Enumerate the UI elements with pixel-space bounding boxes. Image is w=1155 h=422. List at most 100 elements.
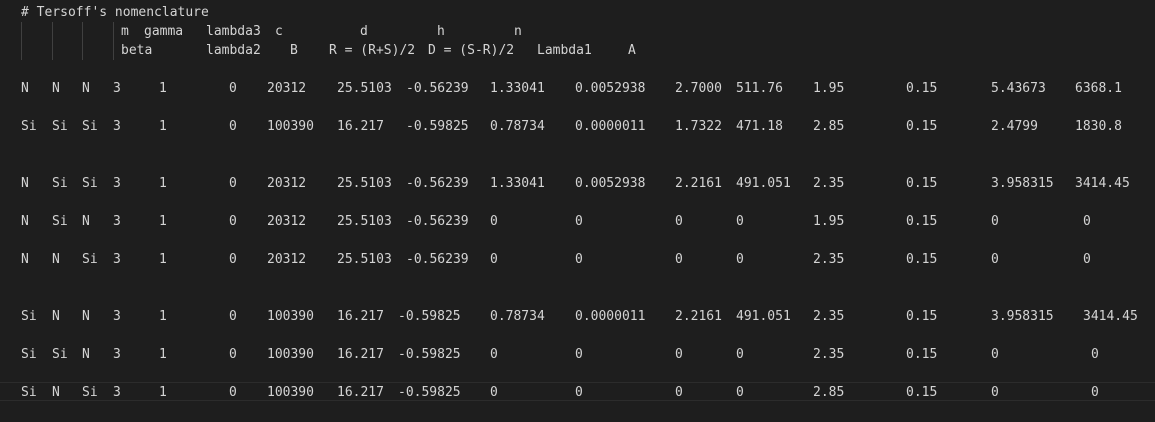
cell-R: 2.35 xyxy=(813,252,845,267)
cell-A: 0 xyxy=(1091,385,1099,400)
cell-beta: 0.0052938 xyxy=(575,81,646,96)
cell-elem3: Si xyxy=(82,252,98,267)
header-lambda2: lambda2 xyxy=(206,43,261,58)
cell-lambda2: 2.2161 xyxy=(675,309,722,324)
cell-lambda2: 2.2161 xyxy=(675,176,722,191)
cell-elem2: N xyxy=(52,81,60,96)
cell-lambda2: 0 xyxy=(675,347,683,362)
cell-D: 0.15 xyxy=(906,81,938,96)
cell-d: 25.5103 xyxy=(337,252,392,267)
cell-Lambda1: 3.958315 xyxy=(991,309,1054,324)
cell-A: 3414.45 xyxy=(1075,176,1130,191)
header-n: n xyxy=(514,24,522,39)
cell-elem2: N xyxy=(52,252,60,267)
code-editor[interactable]: # Tersoff's nomenclature m gamma lambda3… xyxy=(0,0,1155,422)
cell-n: 0 xyxy=(490,347,498,362)
cell-A: 1830.8 xyxy=(1075,119,1122,134)
cell-R: 2.35 xyxy=(813,176,845,191)
cell-lambda2: 1.7322 xyxy=(675,119,722,134)
cell-h: -0.59825 xyxy=(406,119,469,134)
cell-gamma: 1 xyxy=(159,214,167,229)
cell-elem1: N xyxy=(21,81,29,96)
cell-elem1: Si xyxy=(21,347,37,362)
cell-gamma: 1 xyxy=(159,309,167,324)
cell-h: -0.56239 xyxy=(406,81,469,96)
cell-d: 16.217 xyxy=(337,119,384,134)
cell-c: 20312 xyxy=(267,81,307,96)
table-row: N N N 3 1 0 20312 25.5103 -0.56239 1.33041 0.00529… xyxy=(0,79,1155,98)
cell-elem2: Si xyxy=(52,214,68,229)
cell-m: 3 xyxy=(113,214,121,229)
cell-elem2: N xyxy=(52,385,60,400)
cell-h: -0.59825 xyxy=(398,347,461,362)
cell-B: 0 xyxy=(736,385,744,400)
cell-lambda3: 0 xyxy=(229,214,237,229)
cell-Lambda1: 5.43673 xyxy=(991,81,1046,96)
cell-beta: 0 xyxy=(575,252,583,267)
header-lambda3: lambda3 xyxy=(206,24,261,39)
cell-Lambda1: 3.958315 xyxy=(991,176,1054,191)
table-row: Si Si Si 3 1 0 100390 16.217 -0.59825 0.78734 0.00… xyxy=(0,117,1155,136)
cell-B: 471.18 xyxy=(736,119,783,134)
table-row: N N Si 3 1 0 20312 25.5103 -0.56239 0 0 0 0 2.35 0.15 0… xyxy=(0,250,1155,269)
cell-gamma: 1 xyxy=(159,119,167,134)
cell-h: -0.56239 xyxy=(406,214,469,229)
cell-elem1: N xyxy=(21,214,29,229)
header-B: B xyxy=(290,43,298,58)
cell-D: 0.15 xyxy=(906,119,938,134)
cell-Lambda1: 0 xyxy=(991,252,999,267)
cell-h: -0.59825 xyxy=(398,385,461,400)
cell-h: -0.56239 xyxy=(406,252,469,267)
cell-lambda3: 0 xyxy=(229,81,237,96)
cell-lambda3: 0 xyxy=(229,347,237,362)
cell-d: 16.217 xyxy=(337,347,384,362)
cell-elem1: Si xyxy=(21,385,37,400)
cell-B: 491.051 xyxy=(736,309,791,324)
cell-B: 511.76 xyxy=(736,81,783,96)
cell-beta: 0 xyxy=(575,214,583,229)
cell-h: -0.56239 xyxy=(406,176,469,191)
cell-R: 2.85 xyxy=(813,119,845,134)
cell-n: 1.33041 xyxy=(490,81,545,96)
comment-line: # Tersoff's nomenclature xyxy=(0,3,1155,22)
cell-A: 3414.45 xyxy=(1083,309,1138,324)
cell-beta: 0.0000011 xyxy=(575,119,646,134)
table-row: N Si Si 3 1 0 20312 25.5103 -0.56239 1.33041 0.005… xyxy=(0,174,1155,193)
cell-lambda2: 0 xyxy=(675,214,683,229)
cell-lambda3: 0 xyxy=(229,252,237,267)
header-gamma: gamma xyxy=(144,24,184,39)
header-Lambda1: Lambda1 xyxy=(537,43,592,58)
cell-m: 3 xyxy=(113,385,121,400)
cell-beta: 0.0052938 xyxy=(575,176,646,191)
cell-lambda3: 0 xyxy=(229,309,237,324)
cell-gamma: 1 xyxy=(159,347,167,362)
cell-D: 0.15 xyxy=(906,176,938,191)
cell-n: 0 xyxy=(490,252,498,267)
header-D: D = (S-R)/2 xyxy=(428,43,515,58)
cell-lambda3: 0 xyxy=(229,119,237,134)
header-d: d xyxy=(360,24,368,39)
cell-Lambda1: 0 xyxy=(991,214,999,229)
cell-n: 0.78734 xyxy=(490,119,545,134)
cell-beta: 0 xyxy=(575,347,583,362)
cell-elem3: N xyxy=(82,309,90,324)
cell-R: 1.95 xyxy=(813,214,845,229)
header-line-2: beta lambda2 B R = (R+S)/2 D = (S-R)/2 L… xyxy=(0,41,1155,60)
cell-A: 0 xyxy=(1083,214,1091,229)
cell-n: 0 xyxy=(490,385,498,400)
cell-Lambda1: 0 xyxy=(991,347,999,362)
cell-elem3: N xyxy=(82,214,90,229)
cell-elem2: Si xyxy=(52,119,68,134)
cell-B: 491.051 xyxy=(736,176,791,191)
cell-elem1: Si xyxy=(21,309,37,324)
cell-lambda3: 0 xyxy=(229,176,237,191)
cell-c: 20312 xyxy=(267,176,307,191)
cell-R: 2.85 xyxy=(813,385,845,400)
cell-gamma: 1 xyxy=(159,252,167,267)
cell-d: 16.217 xyxy=(337,309,384,324)
cell-c: 100390 xyxy=(267,385,314,400)
cell-elem1: N xyxy=(21,176,29,191)
cell-beta: 0 xyxy=(575,385,583,400)
cell-d: 25.5103 xyxy=(337,214,392,229)
cell-D: 0.15 xyxy=(906,214,938,229)
